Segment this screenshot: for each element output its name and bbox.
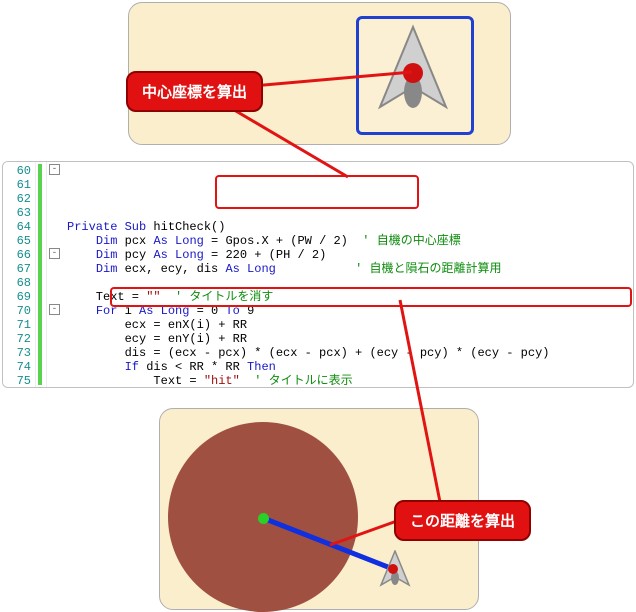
change-marker-gutter: [35, 162, 47, 387]
ship-center-dot-small: [388, 564, 398, 574]
callout-center: 中心座標を算出: [126, 71, 263, 112]
code-panel: 60616263646566676869707172737475 --- Pri…: [2, 161, 634, 388]
callout-distance-label: この距離を算出: [410, 514, 515, 531]
code-text: Private Sub hitCheck() Dim pcx As Long =…: [63, 162, 633, 387]
callout-distance: この距離を算出: [394, 500, 531, 541]
rock-center-dot: [258, 513, 269, 524]
highlight-distance-calc: [110, 287, 632, 307]
fold-gutter: ---: [47, 162, 63, 387]
ship-center-dot: [403, 63, 423, 83]
callout-center-label: 中心座標を算出: [142, 85, 247, 102]
highlight-center-calc: [215, 175, 419, 209]
line-number-gutter: 60616263646566676869707172737475: [3, 162, 35, 387]
